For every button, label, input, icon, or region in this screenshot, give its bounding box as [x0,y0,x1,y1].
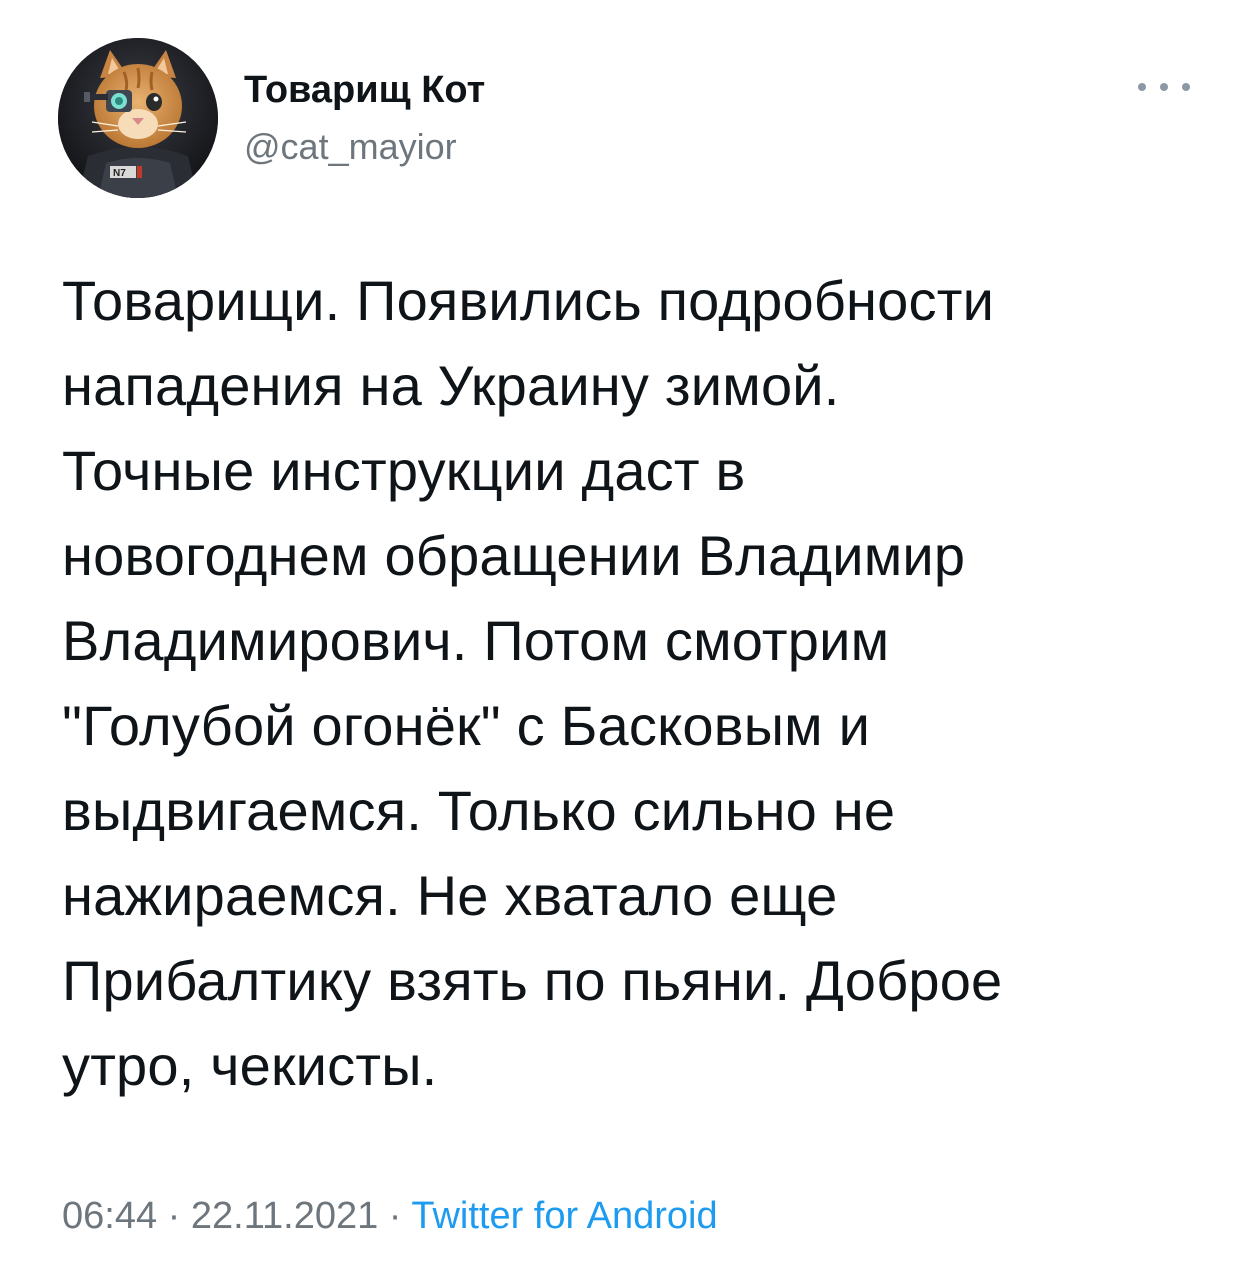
meta-separator: · [378,1195,412,1237]
cat-avatar-image: N7 [58,38,218,198]
tweet-text-line: Владимирович. Потом смотрим [62,609,890,672]
tweet-text: Товарищи. Появились подробности нападени… [62,258,1212,1108]
more-horizontal-icon [1138,83,1146,91]
more-options-button[interactable] [1138,72,1190,102]
tweet-text-line: нападения на Украину зимой. [62,354,840,417]
tweet-text-line: "Голубой огонёк" с Басковым и [62,694,871,757]
n7-badge: N7 [113,168,126,179]
tweet-text-line: нажираемся. Не хватало еще [62,864,838,927]
avatar[interactable]: N7 [58,38,218,198]
tweet-text-line: новогоднем обращении Владимир [62,524,966,587]
tweet-meta: 06:44 · 22.11.2021 · Twitter for Android [62,1188,718,1244]
tweet-date[interactable]: 22.11.2021 [191,1195,378,1237]
author-handle[interactable]: @cat_mayior [244,122,457,172]
tweet-text-line: выдвигаемся. Только сильно не [62,779,896,842]
tweet-text-line: Точные инструкции даст в [62,439,746,502]
more-horizontal-icon [1160,83,1168,91]
tweet-time[interactable]: 06:44 [62,1195,157,1237]
tweet-source-link[interactable]: Twitter for Android [411,1195,717,1237]
meta-separator: · [157,1195,191,1237]
tweet-text-line: Прибалтику взять по пьяни. Доброе [62,949,1003,1012]
tweet-text-line: Товарищи. Появились подробности [62,269,995,332]
tweet-text-line: утро, чекисты. [62,1034,438,1097]
author-display-name[interactable]: Товарищ Кот [244,64,485,116]
more-horizontal-icon [1182,83,1190,91]
